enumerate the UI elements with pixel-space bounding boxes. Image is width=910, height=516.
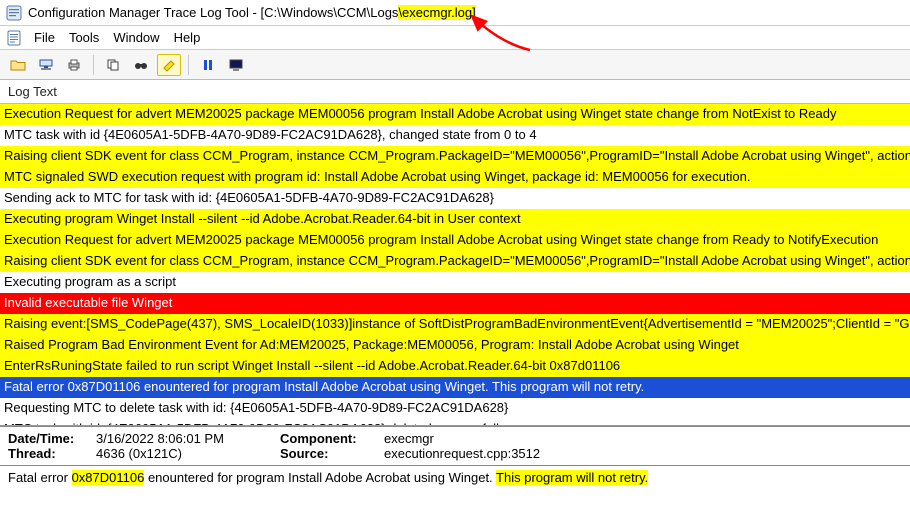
thread-label: Thread: [8, 446, 92, 461]
print-button[interactable] [62, 54, 86, 76]
menu-window[interactable]: Window [109, 28, 169, 47]
find-button[interactable] [129, 54, 153, 76]
source-label: Source: [280, 446, 380, 461]
binoculars-icon [133, 58, 149, 72]
status-retry-text: This program will not retry. [496, 470, 648, 485]
menu-help[interactable]: Help [170, 28, 211, 47]
log-area[interactable]: Execution Request for advert MEM20025 pa… [0, 104, 910, 426]
open-folder-icon [10, 58, 26, 72]
component-label: Component: [280, 431, 380, 446]
log-row[interactable]: Execution Request for advert MEM20025 pa… [0, 230, 910, 251]
log-row[interactable]: EnterRsRuningState failed to run script … [0, 356, 910, 377]
server-icon [38, 58, 54, 72]
menu-file[interactable]: File [30, 28, 65, 47]
highlight-icon [161, 58, 177, 72]
date-value: 3/16/2022 8:06:01 PM [96, 431, 276, 446]
printer-icon [66, 58, 82, 72]
toolbar-separator [93, 55, 94, 75]
log-row[interactable]: Fatal error 0x87D01106 enountered for pr… [0, 377, 910, 398]
log-row[interactable]: Raised Program Bad Environment Event for… [0, 335, 910, 356]
log-row[interactable]: MTC task with id: {4E0605A1-5DFB-4A70-9D… [0, 419, 910, 426]
log-row[interactable]: Execution Request for advert MEM20025 pa… [0, 104, 910, 125]
date-label: Date/Time: [8, 431, 92, 446]
open-server-button[interactable] [34, 54, 58, 76]
pause-icon [200, 58, 216, 72]
thread-value: 4636 (0x121C) [96, 446, 276, 461]
toolbar-separator [188, 55, 189, 75]
monitor-icon [228, 58, 244, 72]
component-value: execmgr [384, 431, 434, 446]
open-file-button[interactable] [6, 54, 30, 76]
copy-button[interactable] [101, 54, 125, 76]
log-row[interactable]: Invalid executable file Winget [0, 293, 910, 314]
highlight-button[interactable] [157, 54, 181, 76]
log-row[interactable]: Sending ack to MTC for task with id: {4E… [0, 188, 910, 209]
document-icon [6, 30, 22, 46]
toolbar [0, 50, 910, 80]
log-row[interactable]: MTC signaled SWD execution request with … [0, 167, 910, 188]
log-row[interactable]: Raising client SDK event for class CCM_P… [0, 251, 910, 272]
title-prefix: Configuration Manager Trace Log Tool - [… [28, 5, 398, 20]
app-icon [6, 5, 22, 21]
copy-icon [105, 58, 121, 72]
title-highlight: \execmgr.log] [398, 5, 475, 20]
log-header: Log Text [0, 80, 910, 104]
menu-bar: File Tools Window Help [0, 26, 910, 50]
details-pane: Date/Time: 3/16/2022 8:06:01 PM Componen… [0, 426, 910, 466]
status-bar: Fatal error 0x87D01106 enountered for pr… [0, 466, 910, 489]
title-bar: Configuration Manager Trace Log Tool - [… [0, 0, 910, 26]
pause-button[interactable] [196, 54, 220, 76]
status-error-code: 0x87D01106 [72, 470, 145, 485]
source-value: executionrequest.cpp:3512 [384, 446, 540, 461]
log-row[interactable]: Executing program Winget Install --silen… [0, 209, 910, 230]
log-row[interactable]: Raising event:[SMS_CodePage(437), SMS_Lo… [0, 314, 910, 335]
status-text-pre: Fatal error [8, 470, 72, 485]
log-row[interactable]: Requesting MTC to delete task with id: {… [0, 398, 910, 419]
autoscroll-button[interactable] [224, 54, 248, 76]
status-text-mid: enountered for program Install Adobe Acr… [144, 470, 496, 485]
log-row[interactable]: Raising client SDK event for class CCM_P… [0, 146, 910, 167]
log-row[interactable]: Executing program as a script [0, 272, 910, 293]
window-title: Configuration Manager Trace Log Tool - [… [28, 5, 476, 20]
menu-tools[interactable]: Tools [65, 28, 109, 47]
log-row[interactable]: MTC task with id {4E0605A1-5DFB-4A70-9D8… [0, 125, 910, 146]
